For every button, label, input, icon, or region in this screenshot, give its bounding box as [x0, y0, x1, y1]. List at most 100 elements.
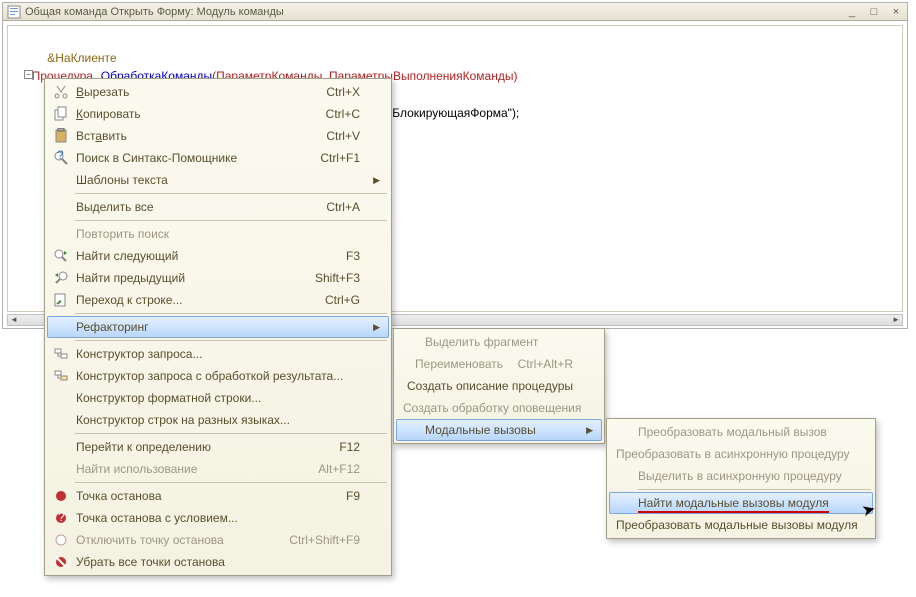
submenu-arrow-icon: ▶ [373, 175, 380, 186]
query-icon [50, 343, 72, 365]
menu-format-ctor-label: Конструктор форматной строки... [76, 391, 360, 405]
menu-create-notify-label: Создать обработку оповещения [403, 401, 581, 415]
menu-goto-line[interactable]: Переход к строке... Ctrl+G [47, 289, 389, 311]
clear-bp-icon [50, 551, 72, 573]
separator [75, 193, 387, 194]
close-button[interactable]: × [889, 6, 903, 18]
menu-breakpoint-shortcut: F9 [290, 489, 360, 503]
menu-paste-label: Вставить [76, 129, 290, 143]
menu-find-next[interactable]: Найти следующий F3 [47, 245, 389, 267]
menu-create-desc[interactable]: Создать описание процедуры [396, 375, 602, 397]
menu-format-ctor[interactable]: Конструктор форматной строки... [47, 387, 389, 409]
empty-icon [612, 465, 634, 487]
menu-select-all[interactable]: Выделить все Ctrl+A [47, 196, 389, 218]
menu-find-usage: Найти использование Alt+F12 [47, 458, 389, 480]
menu-find-prev-label: Найти предыдущий [76, 271, 290, 285]
window-title: Общая команда Открыть Форму: Модуль кома… [25, 6, 845, 18]
menu-goto-def-label: Перейти к определению [76, 440, 290, 454]
menu-cond-breakpoint-label: Точка останова с условием... [76, 511, 360, 525]
empty-icon [50, 316, 72, 338]
scroll-right-icon[interactable]: ► [890, 315, 902, 325]
menu-find-next-label: Найти следующий [76, 249, 290, 263]
menu-find-prev-shortcut: Shift+F3 [290, 271, 360, 285]
scroll-left-icon[interactable]: ◄ [8, 315, 20, 325]
menu-repeat-search-label: Повторить поиск [76, 227, 360, 241]
maximize-button[interactable]: □ [867, 6, 881, 18]
menu-goto-def[interactable]: Перейти к определению F12 [47, 436, 389, 458]
empty-icon [50, 169, 72, 191]
disable-bp-icon [50, 529, 72, 551]
menu-multilang-ctor-label: Конструктор строк на разных языках... [76, 413, 360, 427]
menu-modal-calls[interactable]: Модальные вызовы ▶ [396, 419, 602, 441]
window-buttons: _ □ × [845, 6, 903, 18]
empty-icon [50, 436, 72, 458]
menu-query-ctor-proc[interactable]: Конструктор запроса с обработкой результ… [47, 365, 389, 387]
separator [75, 313, 387, 314]
menu-cut[interactable]: Вырезать Ctrl+X [47, 81, 389, 103]
menu-refactoring[interactable]: Рефакторинг ▶ [47, 316, 389, 338]
find-prev-icon [50, 267, 72, 289]
menu-find-usage-shortcut: Alt+F12 [290, 462, 360, 476]
menu-goto-line-shortcut: Ctrl+G [290, 293, 360, 307]
menu-cond-breakpoint[interactable]: ? Точка останова с условием... [47, 507, 389, 529]
menu-syntax-help[interactable]: ? Поиск в Синтакс-Помощнике Ctrl+F1 [47, 147, 389, 169]
menu-text-templates-label: Шаблоны текста [76, 173, 360, 187]
menu-select-all-shortcut: Ctrl+A [290, 200, 360, 214]
menu-find-modal-label: Найти модальные вызовы модуля [638, 496, 844, 510]
menu-clear-bp-label: Убрать все точки останова [76, 555, 360, 569]
menu-find-next-shortcut: F3 [290, 249, 360, 263]
menu-copy[interactable]: Копировать Ctrl+C [47, 103, 389, 125]
menu-cut-shortcut: Ctrl+X [290, 85, 360, 99]
menu-syntax-help-label: Поиск в Синтакс-Помощнике [76, 151, 290, 165]
menu-convert-modal-module[interactable]: Преобразовать модальные вызовы модуля [609, 514, 873, 536]
empty-icon [399, 331, 421, 353]
separator [75, 220, 387, 221]
empty-icon [50, 458, 72, 480]
separator [75, 433, 387, 434]
menu-rename: Переименовать Ctrl+Alt+R [396, 353, 602, 375]
menu-cut-label: Вырезать [76, 85, 290, 99]
separator [75, 340, 387, 341]
menu-query-ctor[interactable]: Конструктор запроса... [47, 343, 389, 365]
menu-goto-def-shortcut: F12 [290, 440, 360, 454]
menu-find-modal[interactable]: Найти модальные вызовы модуля [609, 492, 873, 514]
empty-icon [399, 419, 421, 441]
menu-select-all-label: Выделить все [76, 200, 290, 214]
menu-paste-shortcut: Ctrl+V [290, 129, 360, 143]
menu-breakpoint[interactable]: Точка останова F9 [47, 485, 389, 507]
menu-repeat-search: Повторить поиск [47, 223, 389, 245]
cond-breakpoint-icon: ? [50, 507, 72, 529]
menu-paste[interactable]: Вставить Ctrl+V [47, 125, 389, 147]
separator [75, 482, 387, 483]
menu-query-ctor-label: Конструктор запроса... [76, 347, 360, 361]
breakpoint-icon [50, 485, 72, 507]
help-icon: ? [50, 147, 72, 169]
empty-icon [50, 196, 72, 218]
empty-icon [50, 387, 72, 409]
menu-extract-async-label: Выделить в асинхронную процедуру [638, 469, 844, 483]
empty-icon [50, 409, 72, 431]
empty-icon [399, 353, 411, 375]
menu-goto-line-label: Переход к строке... [76, 293, 290, 307]
minimize-button[interactable]: _ [845, 6, 859, 18]
menu-convert-modal-label: Преобразовать модальный вызов [638, 425, 844, 439]
menu-disable-bp-label: Отключить точку останова [76, 533, 289, 547]
titlebar[interactable]: Общая команда Открыть Форму: Модуль кома… [3, 3, 907, 21]
submenu-modal-calls: Преобразовать модальный вызов Преобразов… [606, 418, 876, 539]
menu-refactoring-label: Рефакторинг [76, 320, 360, 334]
menu-copy-label: Копировать [76, 107, 290, 121]
menu-clear-bp[interactable]: Убрать все точки останова [47, 551, 389, 573]
empty-icon [612, 492, 634, 514]
fold-toggle[interactable]: − [24, 70, 33, 79]
menu-text-templates[interactable]: Шаблоны текста ▶ [47, 169, 389, 191]
menu-find-prev[interactable]: Найти предыдущий Shift+F3 [47, 267, 389, 289]
menu-extract-async: Выделить в асинхронную процедуру [609, 465, 873, 487]
submenu-refactoring: Выделить фрагмент Переименовать Ctrl+Alt… [393, 328, 605, 444]
menu-extract-fragment-label: Выделить фрагмент [425, 335, 573, 349]
svg-text:?: ? [58, 510, 65, 524]
menu-convert-modal-module-label: Преобразовать модальные вызовы модуля [616, 518, 858, 532]
menu-multilang-ctor[interactable]: Конструктор строк на разных языках... [47, 409, 389, 431]
paste-icon [50, 125, 72, 147]
menu-convert-modal: Преобразовать модальный вызов [609, 421, 873, 443]
menu-convert-async-label: Преобразовать в асинхронную процедуру [616, 447, 850, 461]
